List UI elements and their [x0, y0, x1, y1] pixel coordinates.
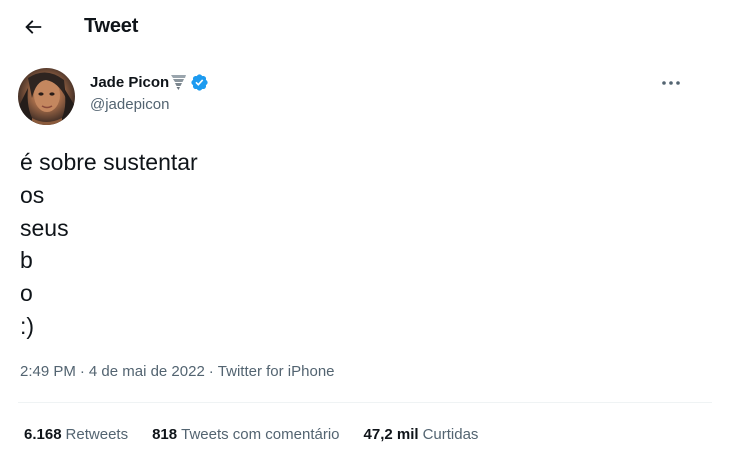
- meta-separator: ·: [208, 362, 214, 380]
- retweets-label: Retweets: [65, 425, 129, 443]
- quote-tweets-stat[interactable]: 818 Tweets com comentário: [152, 426, 339, 443]
- tweet-header: Tweet: [0, 0, 734, 54]
- tweet-metadata: 2:49 PM · 4 de mai de 2022 · Twitter for…: [20, 361, 335, 381]
- more-options-button[interactable]: [656, 72, 686, 94]
- tweet-date[interactable]: 4 de mai de 2022: [89, 363, 205, 380]
- likes-stat[interactable]: 47,2 mil Curtidas: [364, 426, 479, 443]
- likes-label: Curtidas: [422, 425, 479, 443]
- more-horizontal-icon: [662, 81, 680, 85]
- tweet-author: Jade Picon @jadepicon: [90, 72, 209, 113]
- tweet-source-link[interactable]: Twitter for iPhone: [218, 363, 335, 380]
- tweet-stats: 6.168 Retweets 818 Tweets com comentário…: [24, 424, 502, 444]
- back-button[interactable]: [18, 12, 48, 42]
- divider: [18, 402, 712, 403]
- verified-badge-icon: [190, 73, 209, 92]
- tweet-time[interactable]: 2:49 PM: [20, 363, 76, 380]
- tweet-text: é sobre sustentar os seus b o :): [20, 149, 198, 339]
- quote-tweets-label: Tweets com comentário: [181, 425, 340, 443]
- arrow-left-icon: [25, 20, 42, 34]
- quote-tweets-count: 818: [152, 425, 178, 443]
- profile-photo-icon: [18, 72, 75, 125]
- page-title: Tweet: [84, 15, 139, 37]
- likes-count: 47,2 mil: [363, 425, 419, 443]
- author-handle[interactable]: @jadepicon: [90, 96, 209, 113]
- author-display-name[interactable]: Jade Picon: [90, 74, 169, 91]
- retweets-stat[interactable]: 6.168 Retweets: [24, 426, 128, 443]
- avatar[interactable]: [18, 68, 75, 125]
- tornado-icon: [170, 73, 187, 91]
- retweets-count: 6.168: [24, 425, 62, 443]
- meta-separator: ·: [79, 362, 85, 380]
